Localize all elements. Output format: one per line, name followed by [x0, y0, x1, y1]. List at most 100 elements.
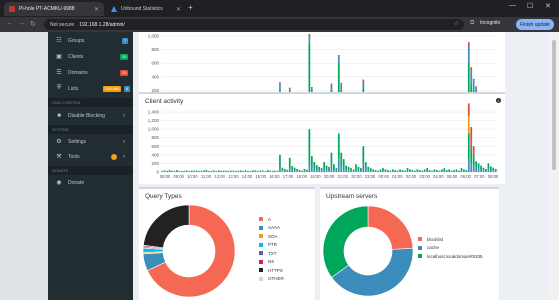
bar — [467, 159, 470, 172]
bar — [472, 154, 475, 166]
close-tab-icon[interactable]: ✕ — [176, 6, 181, 13]
extensions-icon[interactable]: ⧉ — [470, 20, 474, 27]
legend-item[interactable]: localhost.localdomain#5335 — [418, 252, 483, 261]
bar — [335, 168, 338, 171]
sidebar-item-settings[interactable]: ⚙ Settings ‹ — [48, 135, 133, 148]
bar — [490, 166, 492, 170]
bar — [198, 171, 200, 172]
y-tick-label: 600 — [151, 61, 159, 66]
bar — [225, 171, 227, 172]
incognito-indicator[interactable]: Incognito — [480, 20, 500, 26]
bar — [490, 169, 492, 172]
bar — [168, 170, 171, 172]
bar — [387, 171, 389, 172]
bar — [247, 170, 249, 172]
x-tick-label: 14:00 — [242, 174, 253, 179]
bar — [205, 170, 208, 172]
sidebar-item-domains[interactable]: ☰ Domains 25 — [48, 66, 133, 79]
bookmark-star-icon[interactable]: ☆ — [454, 20, 459, 27]
sidebar-item-donate[interactable]: ◉ Donate — [48, 176, 133, 189]
back-icon[interactable]: ← — [6, 20, 13, 27]
bar — [369, 170, 372, 172]
sidebar-item-tools[interactable]: ⚒ Tools ! ‹ — [48, 150, 133, 163]
legend-swatch — [259, 217, 263, 222]
info-icon[interactable]: i — [496, 98, 501, 103]
legend-item[interactable]: blocklist — [418, 235, 483, 244]
bar — [244, 170, 247, 172]
bar — [426, 170, 428, 172]
finish-update-button[interactable]: Finish update — [516, 19, 555, 30]
bar — [284, 170, 286, 172]
bar — [455, 169, 458, 172]
legend-label: TXT — [268, 250, 277, 256]
bar — [335, 170, 338, 172]
bar — [310, 87, 313, 89]
sidebar-item-disable-blocking[interactable]: ■ Disable Blocking ‹ — [48, 109, 133, 122]
close-window-icon[interactable]: ✕ — [545, 2, 551, 10]
bar — [225, 170, 227, 172]
scrollbar-thumb[interactable] — [552, 40, 556, 170]
legend-item[interactable]: PTR — [259, 241, 284, 250]
not-secure-indicator[interactable]: Not secure — [50, 22, 74, 28]
count-badge: 25 — [120, 69, 129, 76]
bar — [176, 170, 178, 172]
bar — [467, 42, 470, 47]
legend-item[interactable]: AAAA — [259, 224, 284, 233]
bar — [372, 169, 375, 172]
tab-unbound[interactable]: Unbound Statistics ✕ — [106, 2, 186, 16]
bar — [340, 84, 343, 91]
bar — [421, 170, 424, 172]
bar — [284, 169, 286, 171]
legend-item[interactable]: NS — [259, 258, 284, 267]
bar — [350, 168, 352, 171]
tab-pihole[interactable]: Pi-hole PT-ACMKU-9988 ✕ — [4, 2, 104, 16]
legend-item[interactable]: HTTPS — [259, 266, 284, 275]
tab-title: Pi-hole PT-ACMKU-9988 — [19, 6, 75, 12]
reload-icon[interactable]: ↻ — [30, 20, 36, 28]
page-background — [0, 32, 48, 300]
legend-label: blocklist — [427, 236, 444, 242]
bar — [286, 169, 289, 172]
pie-slice — [322, 205, 369, 278]
legend-item[interactable]: cache — [418, 244, 483, 253]
bar — [259, 171, 262, 172]
legend-item[interactable]: OTHER — [259, 275, 284, 284]
legend-label: OTHER — [268, 276, 284, 282]
bar — [330, 152, 333, 166]
address-toolbar: ← → ↻ Not secure 192.168.1.28/admin/ ☆ ⧉… — [0, 17, 559, 32]
bar — [406, 168, 409, 171]
maximize-icon[interactable]: ☐ — [527, 2, 533, 10]
legend-swatch — [259, 234, 263, 239]
legend-item[interactable]: SOA — [259, 232, 284, 241]
omnibox[interactable]: Not secure 192.168.1.28/admin/ ☆ — [44, 19, 464, 30]
legend-item[interactable]: TXT — [259, 249, 284, 258]
upstream-servers-panel: Upstream servers blocklist cache localhost… — [320, 187, 499, 300]
y-tick-label: 800 — [151, 47, 159, 52]
url-text[interactable]: 192.168.1.28/admin/ — [79, 22, 125, 28]
sidebar-item-clients[interactable]: ▣ Clients 20 — [48, 50, 133, 63]
sidebar-item-groups[interactable]: ☷ Groups 7 — [48, 34, 133, 47]
legend-swatch — [259, 242, 263, 247]
sidebar-item-label: Settings — [68, 138, 87, 145]
bar — [337, 56, 340, 64]
close-tab-icon[interactable]: ✕ — [94, 6, 99, 13]
minimize-icon[interactable]: — — [509, 2, 516, 9]
sidebar-item-lists[interactable]: ⛨ Lists 216,466 6 — [48, 82, 133, 95]
bar — [369, 168, 372, 171]
new-tab-button[interactable]: + — [188, 3, 193, 12]
bar — [460, 170, 463, 172]
forward-icon[interactable]: → — [18, 20, 25, 27]
legend-item[interactable]: A — [259, 215, 284, 224]
sidebar-item-label: Disable Blocking — [68, 112, 105, 119]
x-tick-label: 00:00 — [378, 174, 389, 179]
pie-slice — [143, 204, 190, 249]
bar — [467, 116, 470, 134]
bar — [470, 70, 473, 84]
bar — [362, 146, 365, 164]
legend-label: HTTPS — [268, 267, 283, 273]
bar — [323, 168, 325, 172]
bar — [168, 169, 171, 171]
bar — [178, 171, 181, 172]
bar — [394, 170, 397, 172]
bar — [185, 170, 188, 172]
